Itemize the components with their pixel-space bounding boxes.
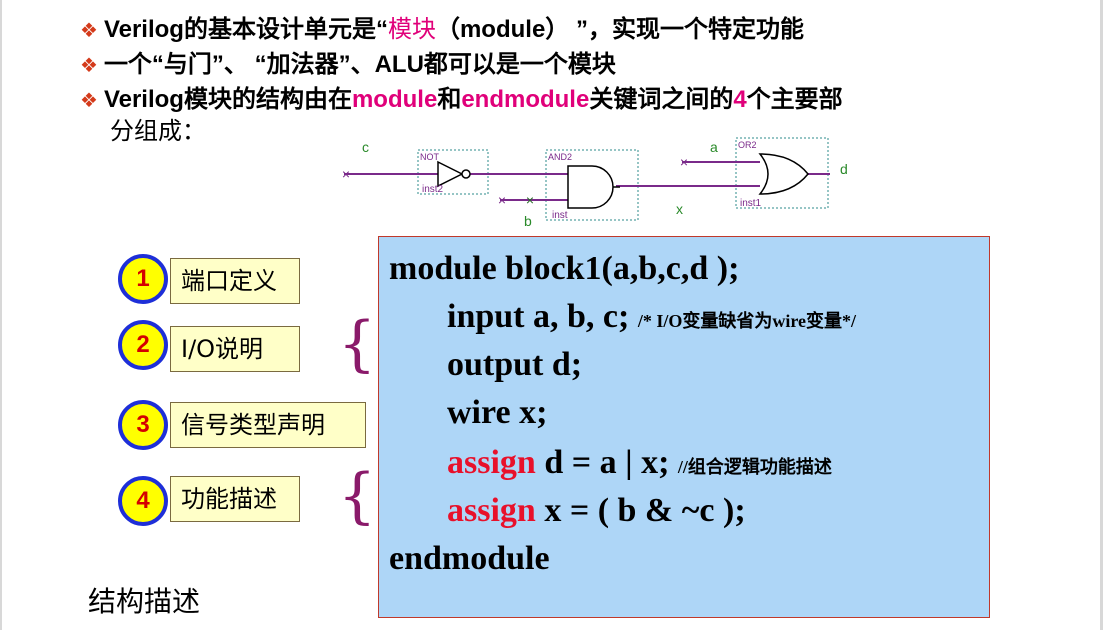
or-name: OR2 (738, 140, 757, 150)
part-number-4: 4 (118, 476, 168, 526)
code-line-endmodule: endmodule (389, 540, 550, 577)
part-label-signal-type: 信号类型声明 (170, 402, 366, 448)
bullet-3-continuation: 分组成： (110, 117, 206, 145)
bullet-1: ❖ Verilog的基本设计单元是“模块（module） ”，实现一个特定功能 (80, 15, 804, 43)
part-label-io: I/O说明 (170, 326, 300, 372)
diamond-bullet-icon: ❖ (80, 53, 98, 77)
or-inst: inst1 (740, 198, 762, 209)
part-label-port-definition: 端口定义 (170, 258, 300, 304)
part-number-3: 3 (118, 400, 168, 450)
code-line-input: input a, b, c; /* I/O变量缺省为wire变量*/ (447, 298, 856, 335)
code-line-assign-d: assign d = a | x; //组合逻辑功能描述 (447, 444, 832, 481)
input-c-marker: × (342, 166, 350, 182)
and-name: AND2 (548, 152, 572, 162)
input-b-marker: × (498, 192, 506, 208)
code-line-output: output d; (447, 346, 583, 383)
diamond-bullet-icon: ❖ (80, 18, 98, 42)
diamond-bullet-icon: ❖ (80, 88, 98, 112)
logic-circuit-diagram: × × × × c b a d x NOT inst2 AND2 inst OR… (342, 137, 848, 229)
part-number-1: 1 (118, 254, 168, 304)
or-gate (758, 153, 809, 195)
code-line-wire: wire x; (447, 394, 548, 431)
code-box: module block1(a,b,c,d ); input a, b, c; … (378, 236, 990, 618)
structure-description-caption: 结构描述 (88, 585, 201, 618)
pin-marker: × (526, 192, 534, 208)
label-b: b (524, 213, 532, 229)
not-bubble (461, 169, 471, 179)
label-c: c (362, 139, 369, 155)
code-line-module: module block1(a,b,c,d ); (389, 250, 740, 287)
code-line-assign-x: assign x = ( b & ~c ); (447, 492, 746, 529)
bullet-3: ❖ Verilog模块的结构由在module和endmodule关键词之间的4个主… (80, 86, 843, 113)
label-d: d (840, 161, 848, 177)
not-name: NOT (420, 152, 440, 162)
not-inst: inst2 (422, 184, 444, 195)
label-a: a (710, 139, 718, 155)
left-edge (0, 0, 2, 630)
part-number-2: 2 (118, 320, 168, 370)
brace-function: { (338, 461, 377, 531)
brace-io: { (338, 309, 377, 379)
bullet-2: ❖ 一个“与门”、 “加法器”、ALU都可以是一个模块 (80, 51, 616, 78)
and-inst: inst (552, 210, 568, 221)
label-x: x (676, 201, 683, 217)
part-label-function: 功能描述 (170, 476, 300, 522)
not-gate (437, 160, 464, 188)
and-gate (567, 165, 614, 209)
code-comment-io: /* I/O变量缺省为wire变量*/ (637, 311, 856, 331)
code-comment-logic: //组合逻辑功能描述 (677, 457, 832, 477)
input-a-marker: × (680, 154, 688, 170)
highlight-module: 模块 (387, 15, 436, 43)
